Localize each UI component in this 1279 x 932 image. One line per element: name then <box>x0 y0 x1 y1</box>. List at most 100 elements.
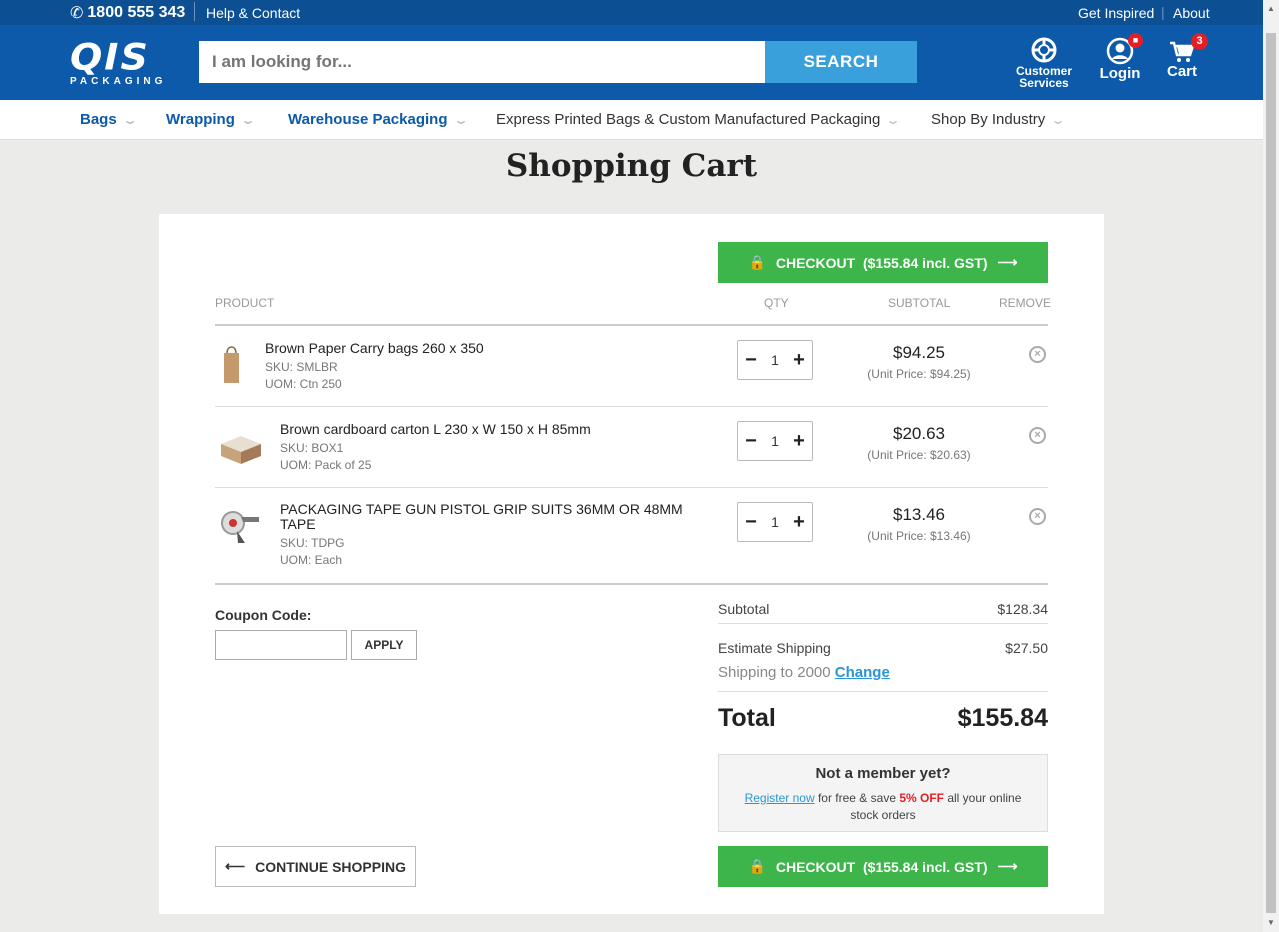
quantity-stepper[interactable]: − 1 + <box>737 421 813 461</box>
arrow-right-icon: ⟶ <box>997 858 1018 874</box>
scroll-up-icon[interactable]: ▲ <box>1267 4 1275 13</box>
search-button[interactable]: SEARCH <box>765 41 917 83</box>
about-link[interactable]: About <box>1173 5 1210 21</box>
phone-text: 1800 555 343 <box>87 4 186 21</box>
divider <box>718 623 1048 624</box>
cart-count-badge: 3 <box>1191 33 1208 50</box>
lifebuoy-icon <box>1031 37 1057 63</box>
shipping-destination: Shipping to 2000 Change <box>718 664 1048 681</box>
divider <box>718 691 1048 692</box>
product-sku: SKU: SMLBR <box>265 360 338 374</box>
checkout-button-top[interactable]: 🔒 CHECKOUT ($155.84 incl. GST) ⟶ <box>718 242 1048 283</box>
nav-label: Bags <box>80 111 117 128</box>
minus-icon[interactable]: − <box>742 349 760 372</box>
category-nav: Bags ⌄ Wrapping ⌄ Warehouse Packaging ⌄ Exp… <box>0 100 1263 140</box>
scroll-down-icon[interactable]: ▼ <box>1267 918 1275 927</box>
coupon-input[interactable] <box>215 630 347 660</box>
customer-services-label: Customer Services <box>1015 64 1072 90</box>
minus-icon[interactable]: − <box>742 511 760 534</box>
summary-subtotal: Subtotal $128.34 <box>718 601 1048 617</box>
get-inspired-link[interactable]: Get Inspired <box>1078 5 1154 21</box>
nav-item-wrapping[interactable]: Wrapping ⌄ <box>166 111 256 128</box>
coupon-label: Coupon Code: <box>215 607 312 623</box>
product-sku: SKU: TDPG <box>280 536 345 550</box>
scrollbar-thumb[interactable] <box>1266 33 1276 913</box>
plus-icon[interactable]: + <box>790 430 808 453</box>
cart-label: Cart <box>1166 63 1197 80</box>
product-name[interactable]: Brown cardboard carton L 230 x W 150 x H… <box>280 421 591 437</box>
unit-price: (Unit Price: $20.63) <box>867 448 971 462</box>
checkout-label: CHECKOUT ($155.84 incl. GST) <box>775 254 988 271</box>
quantity-stepper[interactable]: − 1 + <box>737 340 813 380</box>
arrow-right-icon: ⟶ <box>997 254 1018 270</box>
cart-row: Brown Paper Carry bags 260 x 350 SKU: SM… <box>215 325 1048 406</box>
chevron-down-icon: ⌄ <box>1050 112 1067 127</box>
unit-price: (Unit Price: $94.25) <box>867 367 971 381</box>
discount-text: 5% OFF <box>899 791 944 805</box>
line-subtotal: $94.25 <box>893 343 945 362</box>
nav-label: Express Printed Bags & Custom Manufactur… <box>496 111 881 128</box>
apply-coupon-button[interactable]: APPLY <box>351 630 417 660</box>
shipping-to-text: Shipping to 2000 <box>718 664 831 681</box>
remove-icon[interactable]: × <box>1029 346 1046 363</box>
chevron-down-icon: ⌄ <box>452 112 469 127</box>
tape-gun-thumbnail <box>221 511 259 543</box>
customer-services-button[interactable]: Customer Services <box>1012 37 1076 89</box>
quantity-value[interactable]: 1 <box>771 352 779 368</box>
product-meta: SKU: TDPG UOM: Each <box>280 535 344 569</box>
line-subtotal: $13.46 <box>893 505 945 524</box>
register-link[interactable]: Register now <box>745 791 815 805</box>
nav-item-shop-by-industry[interactable]: Shop By Industry ⌄ <box>931 111 1067 128</box>
product-uom: UOM: Each <box>280 553 343 567</box>
product-name[interactable]: PACKAGING TAPE GUN PISTOL GRIP SUITS 36M… <box>280 502 690 532</box>
divider: | <box>1161 4 1165 20</box>
promo-title: Not a member yet? <box>815 765 951 782</box>
nav-item-warehouse-packaging[interactable]: Warehouse Packaging ⌄ <box>288 111 469 128</box>
column-header-product: PRODUCT <box>215 296 275 310</box>
logo-text: QIS <box>70 36 150 78</box>
subtotal-value: $128.34 <box>997 601 1048 617</box>
cardboard-carton-thumbnail <box>221 436 261 464</box>
column-header-remove: REMOVE <box>999 296 1052 310</box>
product-name[interactable]: Brown Paper Carry bags 260 x 350 <box>265 340 484 356</box>
cart-row: PACKAGING TAPE GUN PISTOL GRIP SUITS 36M… <box>215 487 1048 583</box>
product-meta: SKU: SMLBR UOM: Ctn 250 <box>265 359 342 393</box>
plus-icon[interactable]: + <box>790 511 808 534</box>
checkout-button-bottom[interactable]: 🔒 CHECKOUT ($155.84 incl. GST) ⟶ <box>718 846 1048 887</box>
phone-number[interactable]: ✆ 1800 555 343 <box>70 3 185 23</box>
qis-packaging-logo[interactable]: QIS PACKAGING <box>70 36 182 87</box>
cart-button[interactable]: Cart 3 <box>1162 33 1208 80</box>
nav-item-express-printed[interactable]: Express Printed Bags & Custom Manufactur… <box>496 111 902 128</box>
nav-item-bags[interactable]: Bags ⌄ <box>80 111 138 128</box>
lock-icon: 🔒 <box>748 858 766 874</box>
summary-shipping: Estimate Shipping $27.50 <box>718 640 1048 656</box>
page-scrollbar[interactable]: ▲ ▼ <box>1263 0 1279 932</box>
divider <box>215 583 1048 585</box>
quantity-stepper[interactable]: − 1 + <box>737 502 813 542</box>
quantity-value[interactable]: 1 <box>771 433 779 449</box>
product-sku: SKU: BOX1 <box>280 441 344 455</box>
quantity-value[interactable]: 1 <box>771 514 779 530</box>
shipping-label: Estimate Shipping <box>718 640 831 656</box>
login-button[interactable]: Login ■ <box>1097 33 1143 82</box>
membership-promo: Not a member yet? Register now for free … <box>718 754 1048 832</box>
change-shipping-link[interactable]: Change <box>835 664 890 681</box>
chevron-down-icon: ⌄ <box>885 112 902 127</box>
top-utility-bar: ✆ 1800 555 343 Help & Contact Get Inspir… <box>0 0 1263 25</box>
line-subtotal: $20.63 <box>893 424 945 443</box>
unit-price: (Unit Price: $13.46) <box>867 529 971 543</box>
summary-total: Total $155.84 <box>718 704 1048 733</box>
subtotal-label: Subtotal <box>718 601 770 617</box>
product-uom: UOM: Ctn 250 <box>265 377 342 391</box>
lock-icon: 🔒 <box>748 254 766 270</box>
total-label: Total <box>718 704 776 732</box>
nav-label: Warehouse Packaging <box>288 111 448 128</box>
notification-badge-icon: ■ <box>1128 33 1143 48</box>
plus-icon[interactable]: + <box>790 349 808 372</box>
search-input[interactable] <box>199 41 765 83</box>
continue-shopping-button[interactable]: ⟵ CONTINUE SHOPPING <box>215 846 416 887</box>
remove-icon[interactable]: × <box>1029 427 1046 444</box>
help-contact-link[interactable]: Help & Contact <box>206 5 300 21</box>
remove-icon[interactable]: × <box>1029 508 1046 525</box>
minus-icon[interactable]: − <box>742 430 760 453</box>
